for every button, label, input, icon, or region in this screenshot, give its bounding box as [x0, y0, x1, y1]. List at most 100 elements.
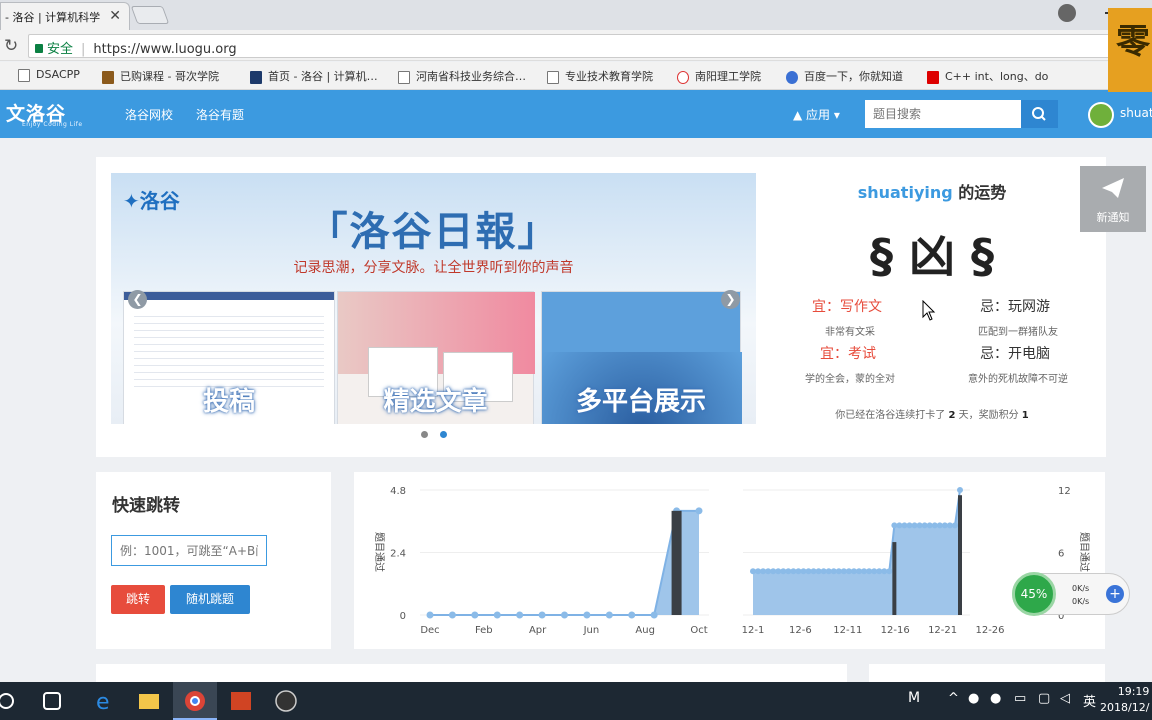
cortana-icon[interactable] [0, 682, 24, 720]
data-point [561, 611, 568, 619]
task-view-icon[interactable] [30, 682, 74, 720]
data-point [471, 611, 479, 619]
fortune-bad-2: 忌：开电脑 [980, 346, 1050, 362]
reload-icon[interactable]: ↻ [4, 36, 18, 56]
chrome-icon[interactable] [173, 682, 217, 720]
carousel-card: 精选文章 [337, 291, 535, 424]
jump-button[interactable]: 跳转 [111, 585, 165, 614]
volume-icon[interactable]: ◁ [1060, 691, 1070, 706]
profile-icon[interactable] [1058, 4, 1076, 22]
browser-tabbar: - 洛谷 | 计算机科学 ✕ [0, 0, 1152, 30]
quick-jump-title: 快速跳转 [112, 496, 180, 516]
browser-tab[interactable]: - 洛谷 | 计算机科学 ✕ [0, 2, 130, 30]
y-tick-label: 2.4 [390, 549, 406, 560]
search-icon [1032, 107, 1046, 121]
x-tick-label: Aug [635, 625, 655, 636]
carousel-next-icon[interactable]: ❯ [721, 290, 740, 309]
upload-speed: 0K/s [1072, 584, 1090, 593]
taskbar: e M ^ ● ● ▭ ▢ ◁ 英 19:19 2018/12/ [0, 682, 1152, 720]
edge-icon[interactable]: e [82, 682, 126, 720]
x-tick-label: Feb [475, 625, 493, 636]
baidu-icon [786, 70, 798, 84]
page-icon [547, 70, 559, 84]
site-icon [102, 70, 114, 84]
new-tab-button[interactable] [130, 6, 170, 24]
clock[interactable]: 19:19 2018/12/ [1100, 684, 1149, 716]
ime-label[interactable]: M [908, 690, 920, 706]
bookmark-item[interactable]: 已购课程 - 哥次学院 [102, 68, 219, 84]
avatar[interactable] [1088, 102, 1114, 128]
svg-text:e: e [96, 690, 110, 715]
data-point [493, 611, 501, 619]
close-tab-icon[interactable]: ✕ [109, 8, 121, 24]
carousel-prev-icon[interactable]: ❮ [128, 290, 147, 309]
data-point [628, 611, 636, 619]
clock-time: 19:19 [1117, 685, 1150, 698]
bookmark-item[interactable]: 专业技术教育学院 [547, 68, 653, 84]
x-tick-label: 12-16 [881, 625, 910, 636]
fortune-good-1-note: 非常有文采 [825, 327, 875, 338]
logo-tagline: Enjoy Coding Life [22, 121, 83, 128]
bookmark-item[interactable]: 河南省科技业务综合… [398, 68, 526, 84]
language-indicator[interactable]: 英 [1083, 691, 1096, 710]
page-icon [398, 70, 410, 84]
x-tick-label: 12-1 [742, 625, 765, 636]
apps-icon: ▲ [793, 108, 807, 122]
address-bar: ↻ 安全 | https://www.luogu.org [0, 30, 1152, 61]
bookmark-item[interactable]: DSACPP [18, 68, 80, 82]
nav-link-problems[interactable]: 洛谷有题 [196, 106, 244, 123]
chevron-up-icon[interactable]: ^ [948, 691, 959, 706]
pass-charts: 02.44.8题目通过Dec Feb Apr Jun Aug Oct0612题目通过12-… [373, 486, 1091, 636]
bookmark-item[interactable]: C++ int、long、do [927, 68, 1048, 84]
carousel-slogan: 记录思潮，分享文脉。让全世界听到你的声音 [293, 260, 574, 276]
x-tick-label: 12-11 [833, 625, 862, 636]
area-series [430, 510, 699, 615]
carousel-dot-active[interactable] [440, 431, 447, 438]
y-tick-label: 0 [400, 611, 406, 622]
carousel-card: 投稿 [123, 291, 335, 424]
divider: | [81, 42, 86, 57]
site-logo[interactable]: ⽂洛谷 Enjoy Coding Life [6, 99, 102, 131]
y-axis-label: 题目通过 [1078, 532, 1091, 572]
data-point [650, 611, 658, 619]
qq-icon[interactable]: ● [968, 691, 979, 706]
x-tick-label: 12-6 [789, 625, 812, 636]
problem-id-input[interactable] [111, 535, 267, 566]
apps-menu[interactable]: ▲ 应用 ▾ [793, 106, 840, 123]
lower-panel-right [869, 664, 1105, 684]
bookmark-item[interactable]: 首页 - 洛谷 | 计算机… [250, 68, 378, 84]
url-input[interactable]: 安全 | https://www.luogu.org [28, 34, 1118, 58]
x-tick-label: 12-21 [928, 625, 957, 636]
y-tick-label: 12 [1058, 486, 1071, 497]
fortune-bad-1: 忌：玩网游 [980, 299, 1050, 315]
obs-icon[interactable] [264, 682, 308, 720]
nav-link-school[interactable]: 洛谷网校 [125, 106, 173, 123]
bookmark-item[interactable]: 百度一下，你就知道 [786, 68, 903, 84]
username[interactable]: shuati [1120, 106, 1152, 120]
network-icon[interactable]: ▢ [1038, 691, 1050, 706]
fortune-result: § 凶 § [869, 229, 995, 283]
fortune-title: shuatiying 的运势 [857, 183, 1007, 202]
news-carousel[interactable]: ✦洛谷 「洛谷日報」 记录思潮，分享文脉。让全世界听到你的声音 投稿 精选文章 … [111, 173, 756, 424]
new-notice-button[interactable]: 新通知 [1080, 166, 1146, 232]
secure-label: 安全 [47, 42, 74, 57]
fortune-good-1: 宜：写作文 [812, 299, 882, 315]
fortune-good-2: 宜：考试 [820, 346, 876, 362]
bookmark-item[interactable]: 南阳理工学院 [677, 68, 761, 84]
x-tick-label: Apr [529, 625, 547, 636]
highlight-bar [892, 542, 897, 615]
battery-icon[interactable]: ▭ [1014, 691, 1026, 706]
tray-app-icon[interactable]: ● [990, 691, 1001, 706]
data-point [516, 611, 524, 619]
fortune-bad-2-note: 意外的死机故障不可逆 [968, 374, 1068, 385]
search-button[interactable] [1021, 100, 1058, 128]
page-icon [18, 68, 30, 82]
x-tick-label: Dec [420, 625, 439, 636]
data-point [605, 611, 613, 619]
problem-search-input[interactable] [865, 100, 1021, 128]
plus-icon[interactable]: + [1106, 585, 1124, 603]
file-explorer-icon[interactable] [127, 682, 171, 720]
powerpoint-icon[interactable] [219, 682, 263, 720]
random-problem-button[interactable]: 随机跳题 [170, 585, 250, 614]
carousel-dot[interactable] [421, 431, 428, 438]
